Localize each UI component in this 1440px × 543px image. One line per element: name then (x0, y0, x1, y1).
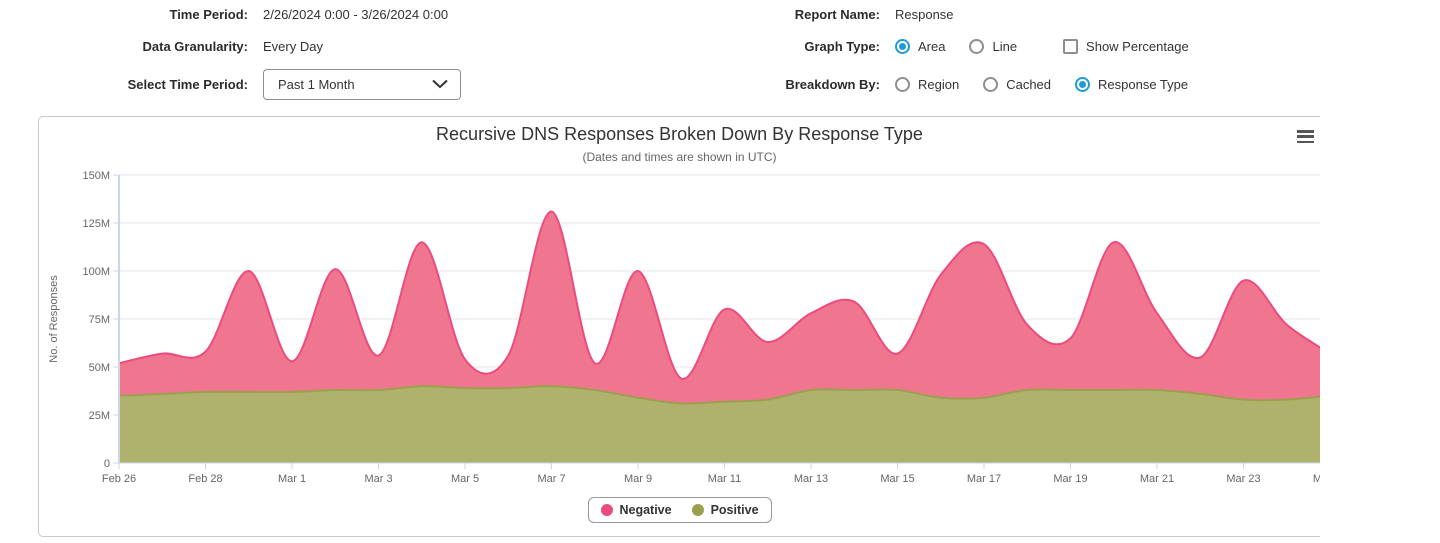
svg-text:Mar 13: Mar 13 (794, 473, 828, 485)
show-percentage-checkbox[interactable] (1063, 39, 1078, 54)
graph-type-label: Graph Type: (640, 39, 880, 54)
area-chart: 0 25M 50M 75M 100M 125M 150M Feb 26 Feb 28 Mar 1 M… (39, 117, 1320, 536)
positive-series-label: Positive (711, 503, 759, 517)
svg-text:0: 0 (104, 458, 110, 470)
time-period-dropdown-value: Past 1 Month (278, 77, 355, 92)
radio-area-label: Area (918, 39, 945, 54)
svg-text:Mar 7: Mar 7 (537, 473, 565, 485)
data-granularity-label: Data Granularity: (0, 39, 248, 54)
chart-title: Recursive DNS Responses Broken Down By R… (39, 124, 1320, 145)
breakdown-option-region[interactable]: Region (895, 77, 959, 92)
show-percentage-label: Show Percentage (1086, 39, 1189, 54)
time-period-value: 2/26/2024 0:00 - 3/26/2024 0:00 (263, 7, 461, 22)
report-name-label: Report Name: (640, 7, 880, 22)
radio-cached-label: Cached (1006, 77, 1051, 92)
svg-text:Mar 25: Mar 25 (1313, 473, 1320, 485)
svg-text:Mar 5: Mar 5 (451, 473, 479, 485)
svg-text:Mar 23: Mar 23 (1226, 473, 1260, 485)
graph-type-option-area[interactable]: Area (895, 39, 945, 54)
svg-text:Mar 9: Mar 9 (624, 473, 652, 485)
right-control-group: Report Name: Response Graph Type: Area L… (640, 0, 1204, 104)
svg-text:125M: 125M (82, 218, 110, 230)
radio-region-label: Region (918, 77, 959, 92)
svg-text:Mar 11: Mar 11 (708, 473, 741, 485)
chevron-down-icon (432, 77, 448, 92)
positive-series-dot (692, 504, 704, 516)
radio-response-type-label: Response Type (1098, 77, 1188, 92)
svg-text:Feb 26: Feb 26 (102, 473, 136, 485)
time-period-label: Time Period: (0, 7, 248, 22)
svg-text:Mar 15: Mar 15 (880, 473, 914, 485)
negative-series-dot (600, 504, 612, 516)
report-name-value: Response (895, 7, 1204, 22)
chart-legend: Negative Positive (587, 497, 771, 523)
negative-series-label: Negative (619, 503, 671, 517)
radio-area[interactable] (895, 39, 910, 54)
radio-line[interactable] (969, 39, 984, 54)
svg-text:100M: 100M (82, 266, 110, 278)
left-control-group: Time Period: 2/26/2024 0:00 - 3/26/2024 … (0, 0, 461, 104)
report-controls: Time Period: 2/26/2024 0:00 - 3/26/2024 … (0, 0, 1440, 112)
breakdown-by-label: Breakdown By: (640, 77, 880, 92)
graph-type-option-line[interactable]: Line (969, 39, 1017, 54)
dns-responses-chart-panel: 0 25M 50M 75M 100M 125M 150M Feb 26 Feb 28 Mar 1 M… (38, 116, 1320, 537)
data-granularity-value: Every Day (263, 39, 461, 54)
svg-text:150M: 150M (82, 170, 110, 182)
svg-text:Mar 17: Mar 17 (967, 473, 1001, 485)
svg-text:Mar 21: Mar 21 (1140, 473, 1174, 485)
radio-cached[interactable] (983, 77, 998, 92)
legend-item-positive[interactable]: Positive (692, 503, 759, 517)
breakdown-option-cached[interactable]: Cached (983, 77, 1051, 92)
svg-text:75M: 75M (89, 314, 110, 326)
svg-text:Mar 19: Mar 19 (1053, 473, 1087, 485)
legend-item-negative[interactable]: Negative (600, 503, 671, 517)
svg-text:Feb 28: Feb 28 (188, 473, 222, 485)
svg-text:25M: 25M (89, 410, 110, 422)
svg-text:Mar 1: Mar 1 (278, 473, 306, 485)
select-time-period-label: Select Time Period: (0, 77, 248, 92)
breakdown-option-response-type[interactable]: Response Type (1075, 77, 1188, 92)
svg-text:Mar 3: Mar 3 (364, 473, 392, 485)
radio-response-type[interactable] (1075, 77, 1090, 92)
chart-menu-hamburger-icon[interactable] (1297, 130, 1314, 143)
svg-text:No. of Responses: No. of Responses (48, 275, 60, 363)
radio-line-label: Line (992, 39, 1017, 54)
radio-region[interactable] (895, 77, 910, 92)
chart-subtitle: (Dates and times are shown in UTC) (39, 150, 1320, 164)
svg-text:50M: 50M (89, 362, 110, 374)
time-period-dropdown[interactable]: Past 1 Month (263, 69, 461, 100)
